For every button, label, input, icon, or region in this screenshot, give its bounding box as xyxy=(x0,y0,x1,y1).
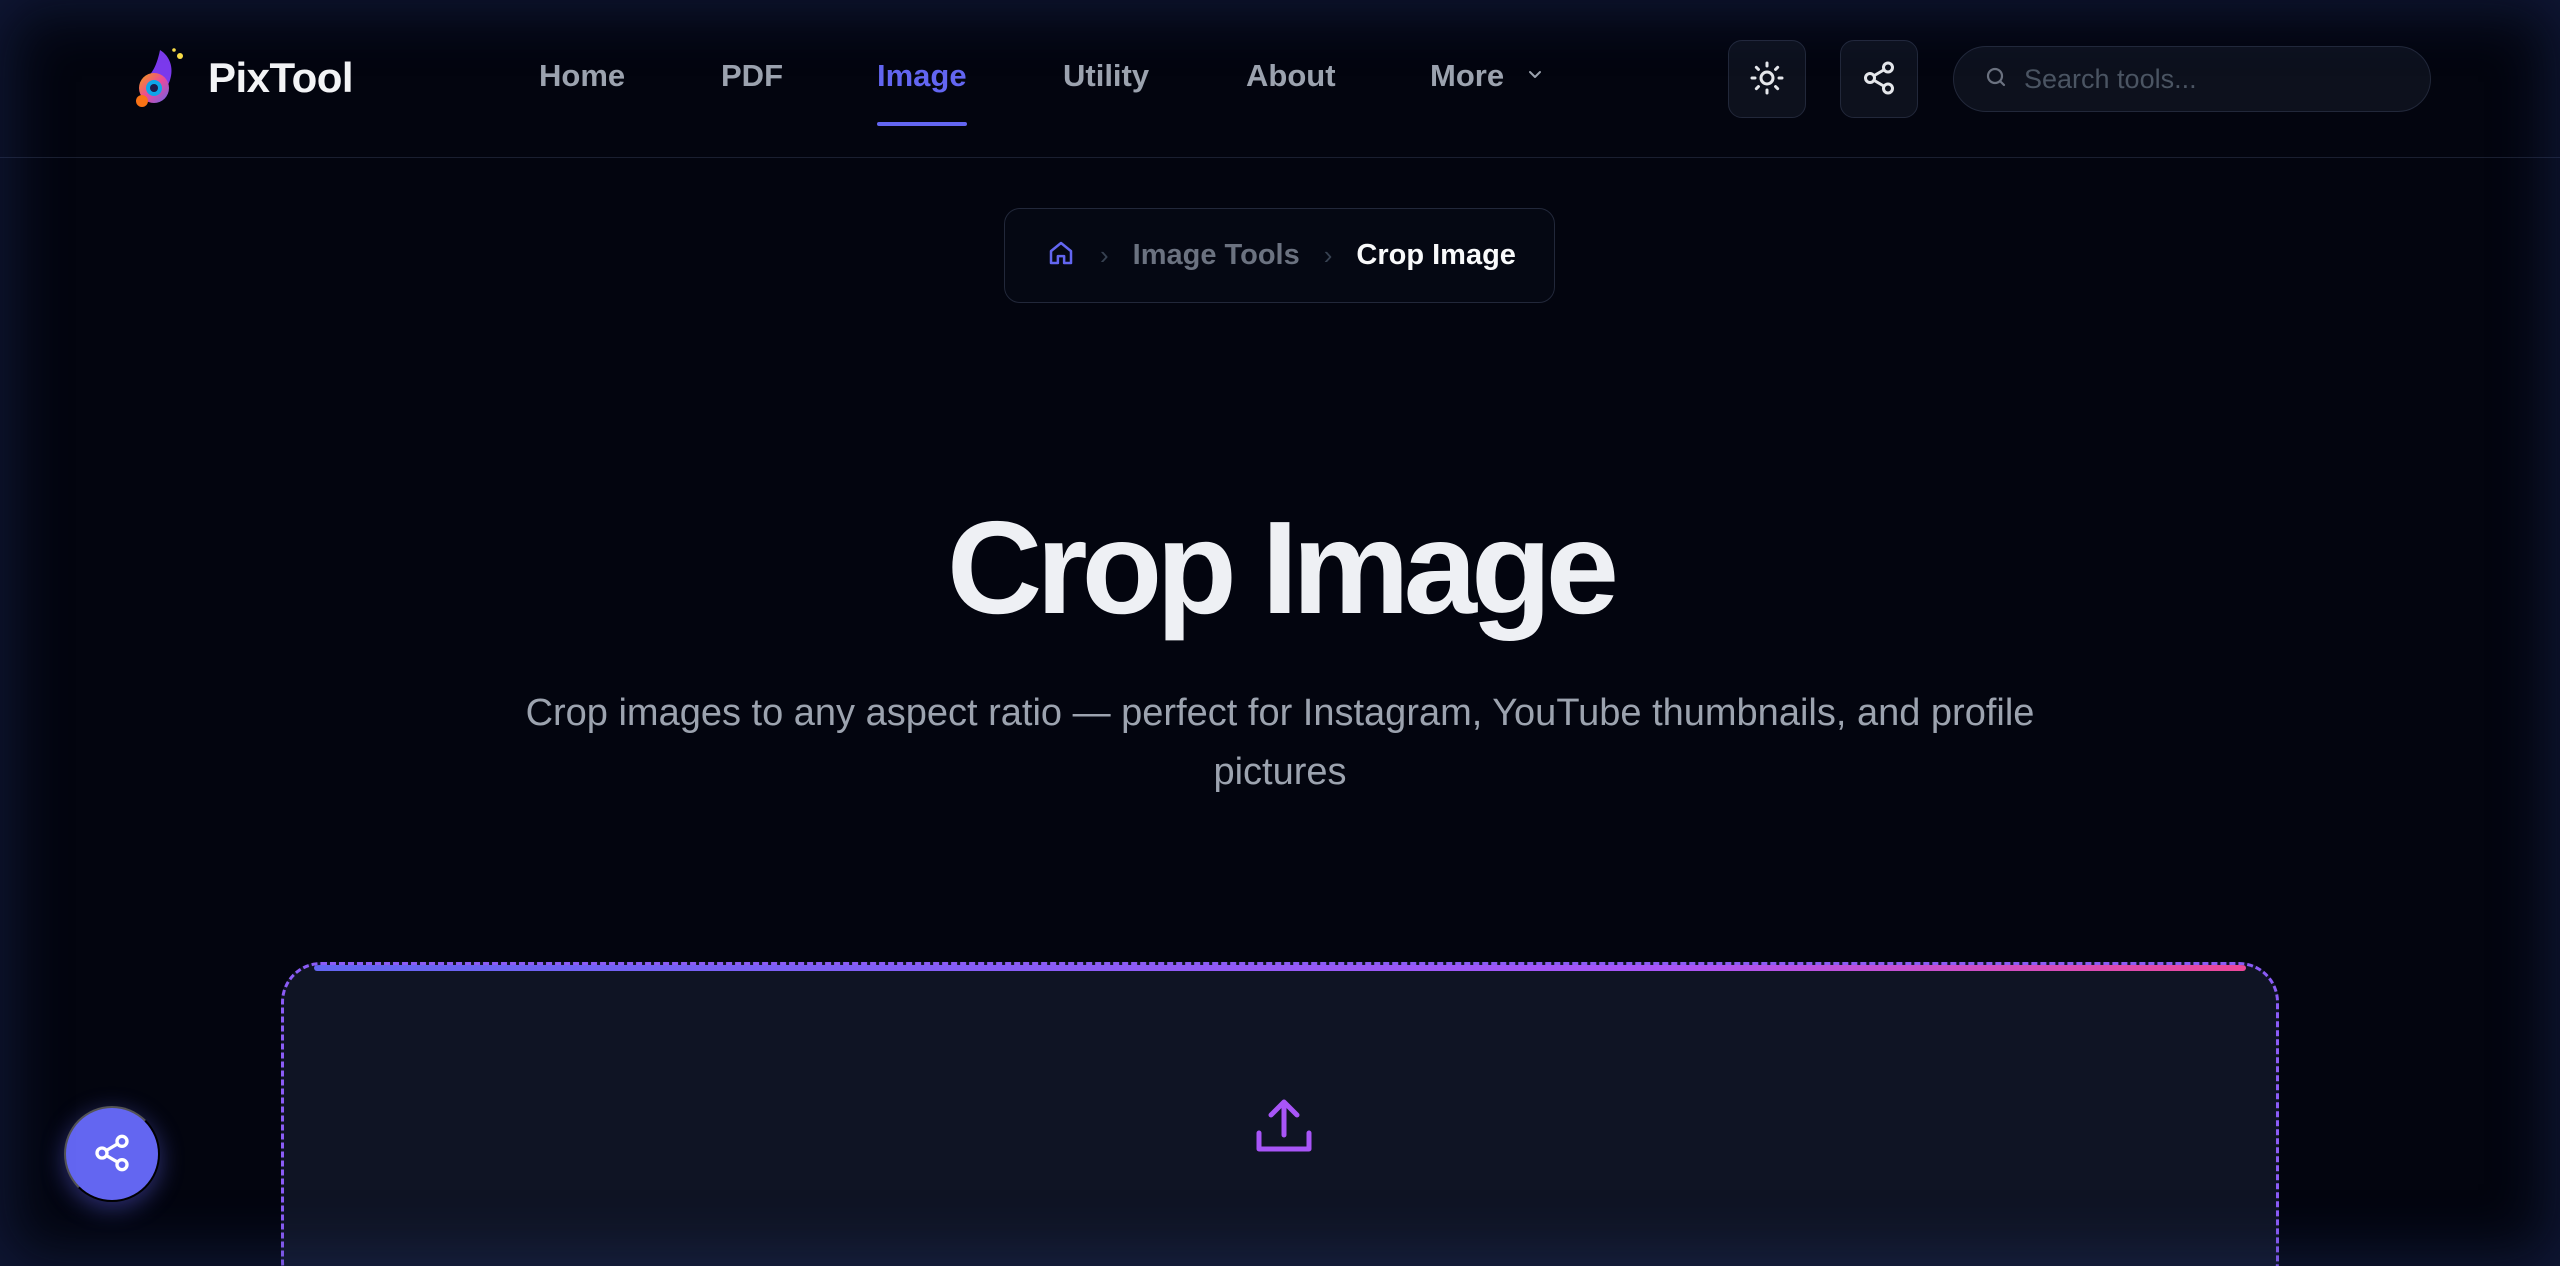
share-icon xyxy=(1861,60,1897,99)
breadcrumb-separator: › xyxy=(1100,240,1109,270)
nav-home[interactable]: Home xyxy=(539,58,625,94)
chevron-down-icon xyxy=(1527,54,1541,78)
upload-gradient-bar xyxy=(314,965,2246,971)
page-title: Crop Image xyxy=(946,494,1619,641)
upload-dropzone[interactable] xyxy=(281,962,2279,1266)
upload-icon xyxy=(1253,1095,1315,1162)
share-button[interactable] xyxy=(1840,40,1918,118)
floating-share-button[interactable] xyxy=(64,1106,160,1202)
share-icon xyxy=(92,1133,132,1176)
page-subtitle: Crop images to any aspect ratio — perfec… xyxy=(525,692,2035,793)
search-input[interactable] xyxy=(2024,63,2404,95)
nav-more-label: More xyxy=(1430,58,1505,93)
breadcrumb-separator: › xyxy=(1323,240,1333,270)
sun-icon xyxy=(1749,60,1785,99)
brand[interactable]: PixTool xyxy=(130,46,354,110)
nav-image[interactable]: Image xyxy=(877,58,967,94)
search-icon xyxy=(1984,65,2008,94)
breadcrumb-image-tools[interactable]: Image Tools xyxy=(1133,239,1300,272)
theme-toggle-button[interactable] xyxy=(1728,40,1806,118)
pixtool-logo-icon xyxy=(130,46,190,110)
home-icon[interactable] xyxy=(1046,238,1076,273)
nav-about[interactable]: About xyxy=(1246,58,1336,94)
top-navbar: PixTool Home PDF Image Utility About Mor… xyxy=(0,0,2560,158)
brand-name: PixTool xyxy=(208,54,354,101)
nav-pdf[interactable]: PDF xyxy=(721,58,783,94)
breadcrumb: › Image Tools › Crop Image xyxy=(1004,208,1555,303)
nav-more-dropdown[interactable]: More xyxy=(1430,58,1541,94)
nav-active-indicator xyxy=(877,122,967,126)
search-box[interactable] xyxy=(1953,46,2431,112)
breadcrumb-current: Crop Image xyxy=(1356,239,1516,271)
nav-utility[interactable]: Utility xyxy=(1063,58,1149,94)
